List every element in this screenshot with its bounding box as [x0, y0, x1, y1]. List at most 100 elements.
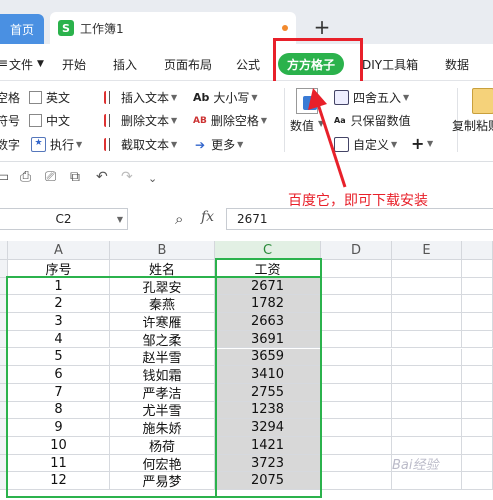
table-cell[interactable]: 8: [8, 401, 110, 420]
row-header[interactable]: [0, 437, 8, 455]
row-header[interactable]: [0, 366, 8, 384]
table-cell[interactable]: 1421: [215, 437, 321, 455]
table-cell[interactable]: 6: [8, 366, 110, 384]
table-cell[interactable]: [321, 313, 392, 331]
chevron-down-icon[interactable]: ⌄: [148, 172, 157, 185]
redo-icon[interactable]: ↷: [121, 169, 133, 185]
table-cell[interactable]: 2755: [215, 383, 321, 402]
column-header-a[interactable]: A: [8, 241, 110, 260]
table-cell[interactable]: 严易梦: [110, 472, 215, 490]
table-cell[interactable]: 施朱娇: [110, 419, 215, 437]
table-header-cell[interactable]: [462, 260, 493, 278]
table-cell[interactable]: 邹之柔: [110, 330, 215, 349]
table-cell[interactable]: 孔翠安: [110, 277, 215, 296]
ribbon-item-space[interactable]: 空格: [0, 89, 20, 106]
row-header[interactable]: [0, 454, 8, 473]
table-cell[interactable]: 何宏艳: [110, 454, 215, 473]
print-preview-icon[interactable]: ⎚: [45, 169, 56, 185]
table-cell[interactable]: [462, 401, 493, 420]
table-cell[interactable]: [392, 437, 462, 455]
table-cell[interactable]: 4: [8, 330, 110, 349]
table-cell[interactable]: 12: [8, 472, 110, 491]
fx-icon[interactable]: fx: [201, 209, 214, 225]
export-icon[interactable]: ⧉: [70, 169, 80, 185]
menu-file[interactable]: 文件: [9, 56, 33, 73]
table-cell[interactable]: [392, 348, 462, 367]
table-cell[interactable]: 7: [8, 383, 110, 402]
row-header[interactable]: [0, 330, 8, 349]
table-cell[interactable]: 2671: [215, 277, 321, 296]
undo-icon[interactable]: ↶: [96, 169, 108, 185]
table-cell[interactable]: [321, 366, 392, 384]
table-cell[interactable]: 许寒雁: [110, 313, 215, 331]
table-cell[interactable]: [321, 277, 392, 296]
delete-space-button[interactable]: AB 删除空格 ▼: [193, 112, 267, 129]
menu-formula[interactable]: 公式: [236, 56, 260, 73]
table-cell[interactable]: [321, 401, 392, 420]
custom-button[interactable]: 自定义 ▼: [334, 136, 397, 153]
table-cell[interactable]: [392, 472, 462, 491]
table-cell[interactable]: 1: [8, 277, 110, 296]
table-header-cell[interactable]: [392, 260, 462, 278]
keep-values-button[interactable]: Aa 只保留数值: [334, 112, 411, 129]
table-cell[interactable]: [392, 366, 462, 384]
checkbox-english[interactable]: 英文: [29, 89, 70, 106]
table-cell[interactable]: [462, 277, 493, 296]
table-cell[interactable]: 3410: [215, 366, 321, 384]
table-cell[interactable]: [321, 383, 392, 402]
table-cell[interactable]: 钱如霜: [110, 366, 215, 384]
table-cell[interactable]: [321, 330, 392, 349]
row-header[interactable]: [0, 313, 8, 331]
copy-paste-button[interactable]: 复制粘贴: [452, 117, 493, 134]
hamburger-icon[interactable]: ≡: [0, 56, 8, 70]
table-cell[interactable]: [462, 313, 493, 331]
add-icon[interactable]: +: [411, 134, 424, 153]
table-cell[interactable]: [321, 348, 392, 367]
row-header[interactable]: [0, 401, 8, 420]
new-tab-button[interactable]: +: [312, 16, 332, 40]
ribbon-item-symbol[interactable]: 符号: [0, 112, 20, 129]
name-box[interactable]: C2 ▼: [0, 208, 128, 230]
case-button[interactable]: Ab 大小写 ▼: [193, 89, 258, 106]
row-header[interactable]: [0, 348, 8, 367]
zoom-search-icon[interactable]: ⌕: [175, 210, 183, 228]
table-cell[interactable]: [462, 330, 493, 349]
print-icon[interactable]: ⎙: [20, 169, 31, 185]
execute-button[interactable]: ★ 执行 ▼: [31, 136, 82, 153]
table-cell[interactable]: [462, 348, 493, 367]
table-cell[interactable]: [462, 383, 493, 402]
table-cell[interactable]: 5: [8, 348, 110, 367]
menu-page-layout[interactable]: 页面布局: [164, 56, 212, 73]
more-button[interactable]: ➔ 更多 ▼: [195, 136, 243, 153]
row-header[interactable]: [0, 260, 8, 278]
table-cell[interactable]: [392, 277, 462, 296]
column-header-c[interactable]: C: [215, 241, 321, 260]
menu-insert[interactable]: 插入: [113, 56, 137, 73]
table-cell[interactable]: [462, 454, 493, 473]
select-all-corner[interactable]: [0, 241, 8, 260]
table-header-cell[interactable]: 序号: [8, 260, 110, 278]
table-cell[interactable]: [462, 366, 493, 384]
table-cell[interactable]: 1782: [215, 295, 321, 314]
tab-home[interactable]: 首页: [0, 14, 44, 44]
chevron-down-icon[interactable]: ▼: [318, 119, 324, 128]
table-cell[interactable]: [462, 437, 493, 455]
table-cell[interactable]: 2663: [215, 313, 321, 331]
table-cell[interactable]: 杨荷: [110, 437, 215, 455]
checkbox-chinese[interactable]: 中文: [29, 112, 70, 129]
table-cell[interactable]: 3294: [215, 419, 321, 437]
table-cell[interactable]: 3691: [215, 330, 321, 349]
table-cell[interactable]: [392, 401, 462, 420]
column-header-b[interactable]: B: [110, 241, 215, 260]
checkbox-icon[interactable]: [29, 91, 42, 104]
table-cell[interactable]: 11: [8, 454, 110, 473]
table-cell[interactable]: [392, 419, 462, 437]
table-cell[interactable]: [392, 383, 462, 402]
table-cell[interactable]: [321, 419, 392, 437]
chevron-down-icon[interactable]: ▼: [117, 215, 123, 224]
row-header[interactable]: [0, 472, 8, 491]
table-cell[interactable]: [321, 295, 392, 314]
column-header-d[interactable]: D: [321, 241, 392, 260]
table-cell[interactable]: [392, 330, 462, 349]
insert-text-button[interactable]: 插入文本 ▼: [104, 89, 177, 106]
